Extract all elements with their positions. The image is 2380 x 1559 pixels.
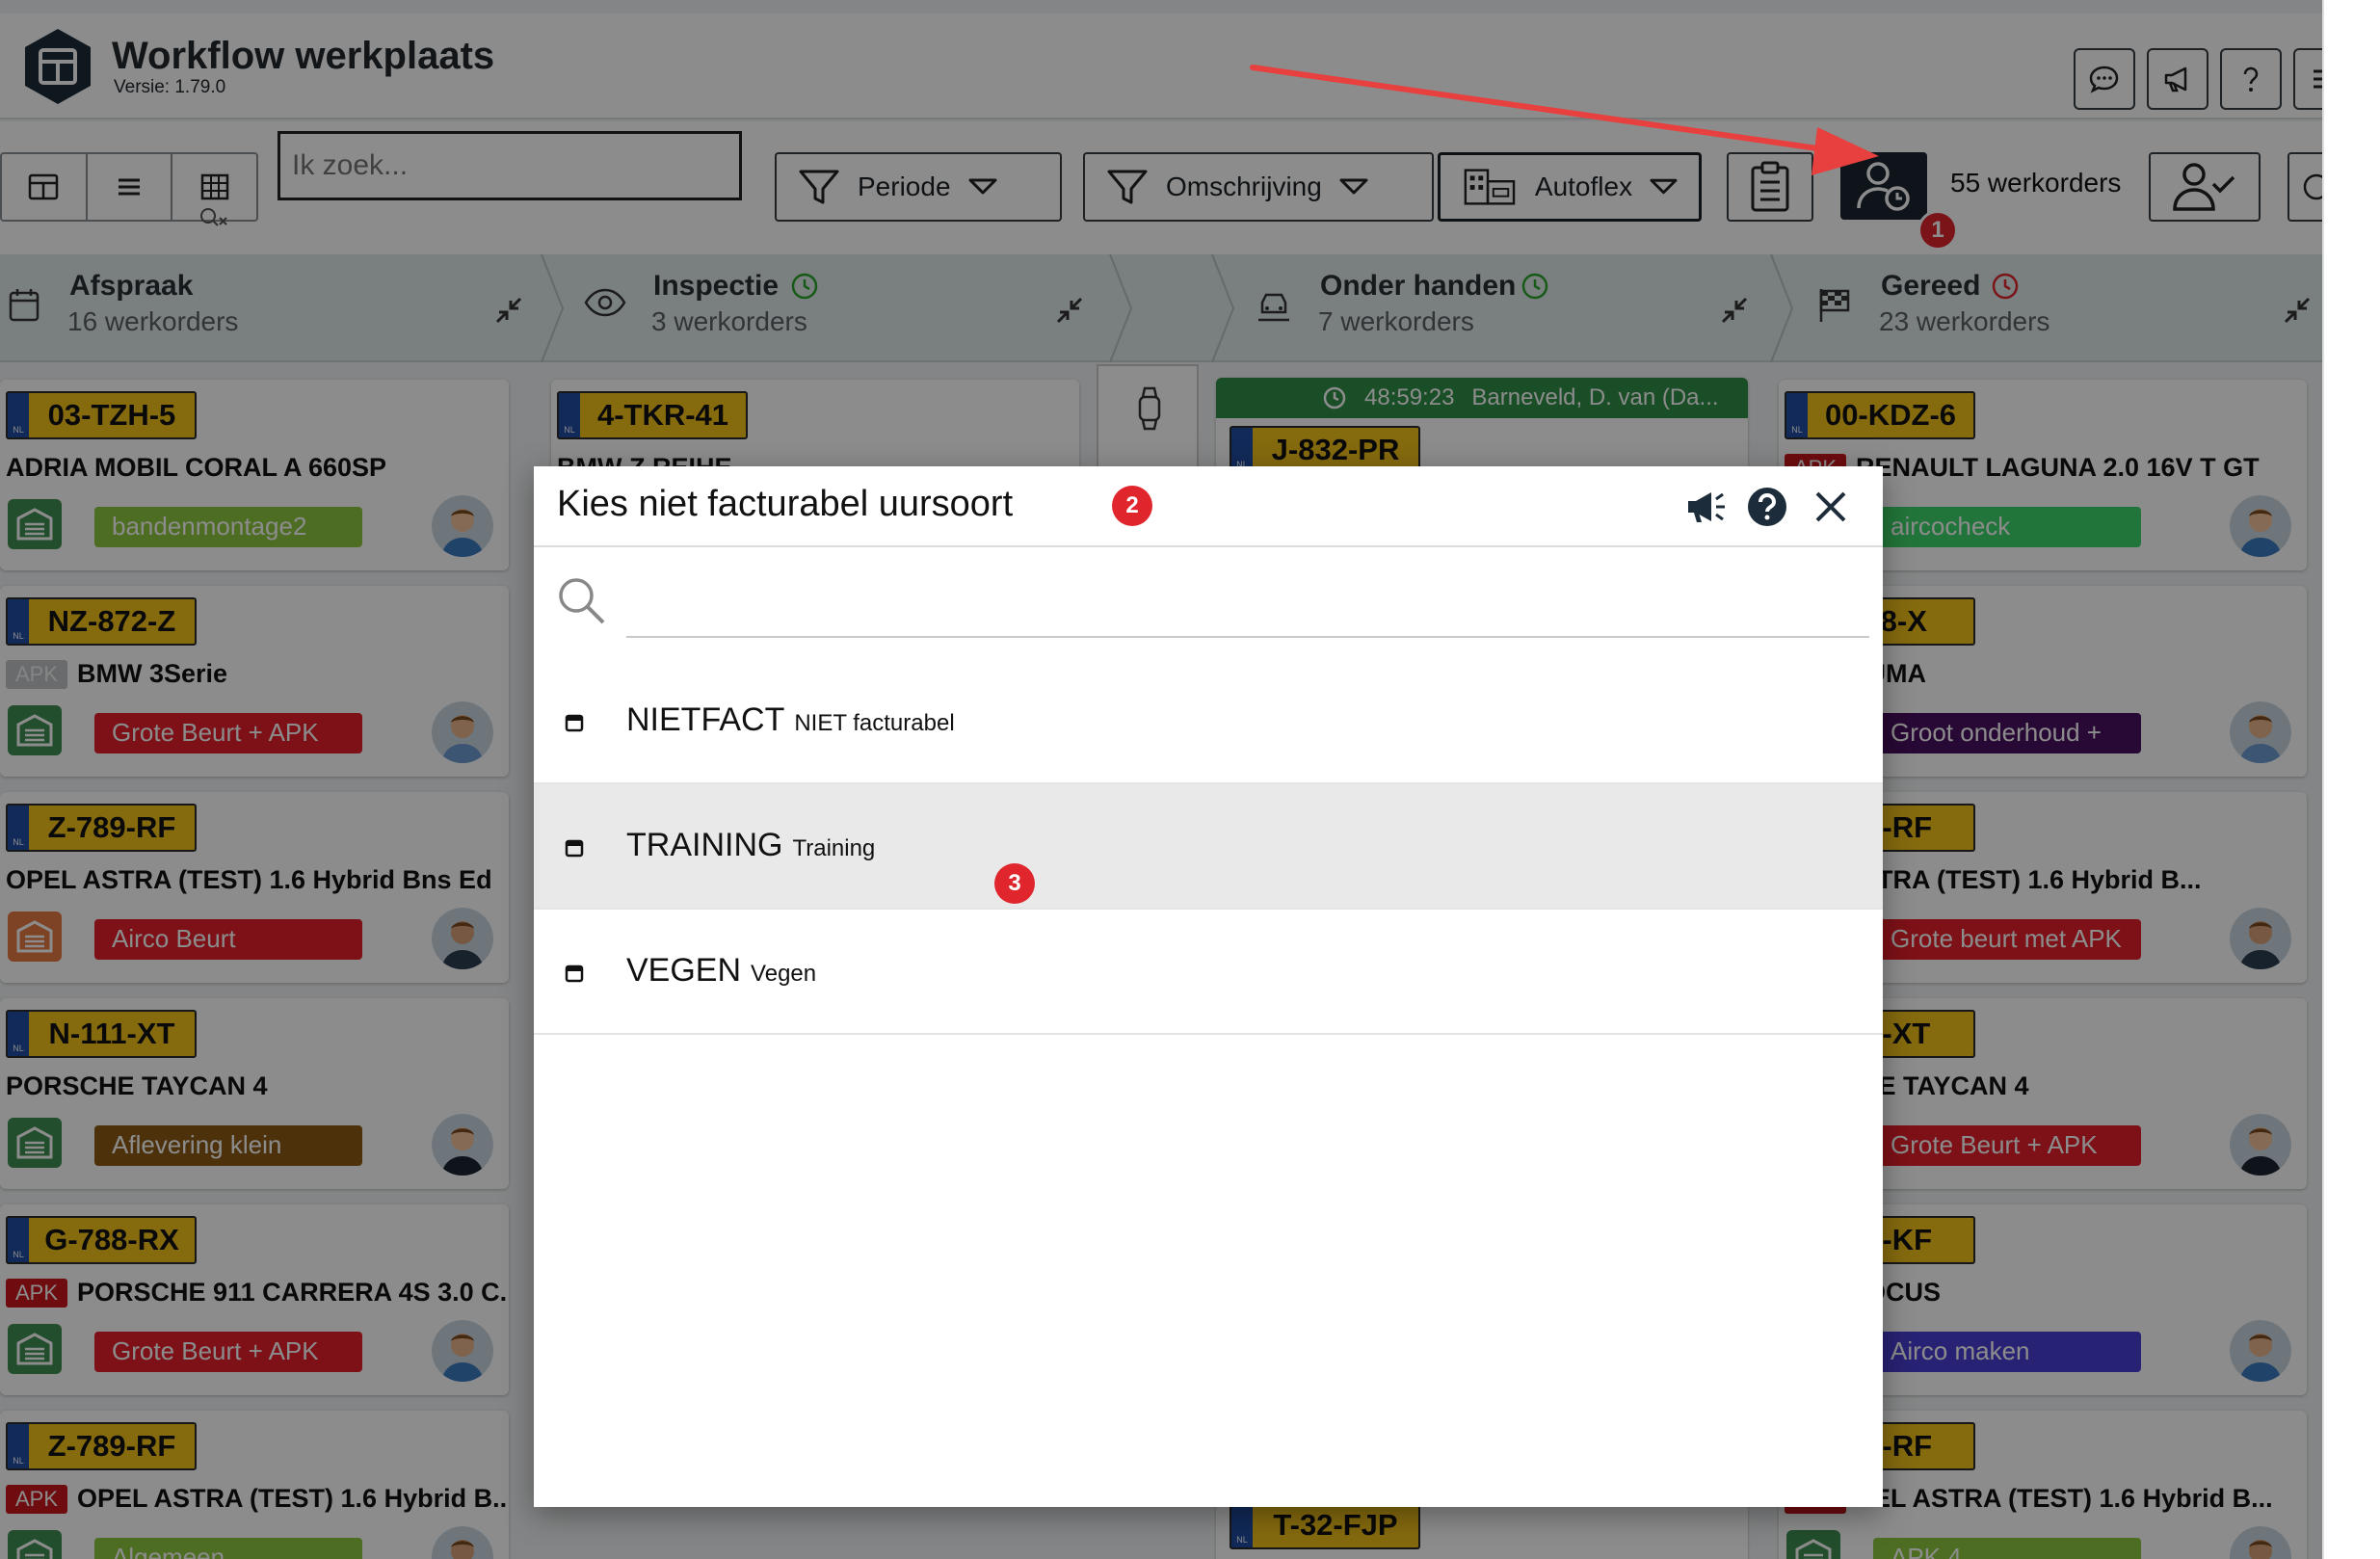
hour-type-option-training[interactable]: TRAINING Training <box>534 784 1883 910</box>
option-code: VEGEN <box>626 952 742 989</box>
megaphone-icon[interactable] <box>1684 488 1727 526</box>
search-icon <box>559 578 605 624</box>
dialog-search-input[interactable] <box>626 557 1869 638</box>
option-code: TRAINING <box>626 827 783 863</box>
hour-type-option-vegen[interactable]: VEGEN Vegen <box>534 910 1883 1035</box>
calendar-small-icon <box>565 714 584 732</box>
dialog-header: Kies niet facturabel uursoort 2 <box>534 466 1883 547</box>
dialog-title: Kies niet facturabel uursoort <box>557 484 1014 524</box>
option-text: NIETFACT NIET facturabel <box>626 701 955 739</box>
window-edge <box>2322 0 2380 1559</box>
option-description: NIET facturabel <box>794 710 955 736</box>
option-description: Training <box>792 835 876 861</box>
annotation-badge-3: 3 <box>994 863 1035 904</box>
help-icon[interactable] <box>1746 486 1788 528</box>
option-description: Vegen <box>751 961 817 987</box>
annotation-arrow <box>1250 65 1879 175</box>
option-text: TRAINING Training <box>626 827 875 864</box>
select-hour-type-dialog: Kies niet facturabel uursoort 2 NIETFACT… <box>534 466 1883 1507</box>
close-icon[interactable] <box>1811 488 1850 526</box>
calendar-small-icon <box>565 839 584 858</box>
calendar-small-icon <box>565 964 584 983</box>
annotation-badge-2: 2 <box>1112 486 1152 526</box>
hour-type-option-nietfact[interactable]: NIETFACT NIET facturabel <box>534 659 1883 784</box>
option-code: NIETFACT <box>626 701 785 738</box>
option-text: VEGEN Vegen <box>626 952 816 990</box>
